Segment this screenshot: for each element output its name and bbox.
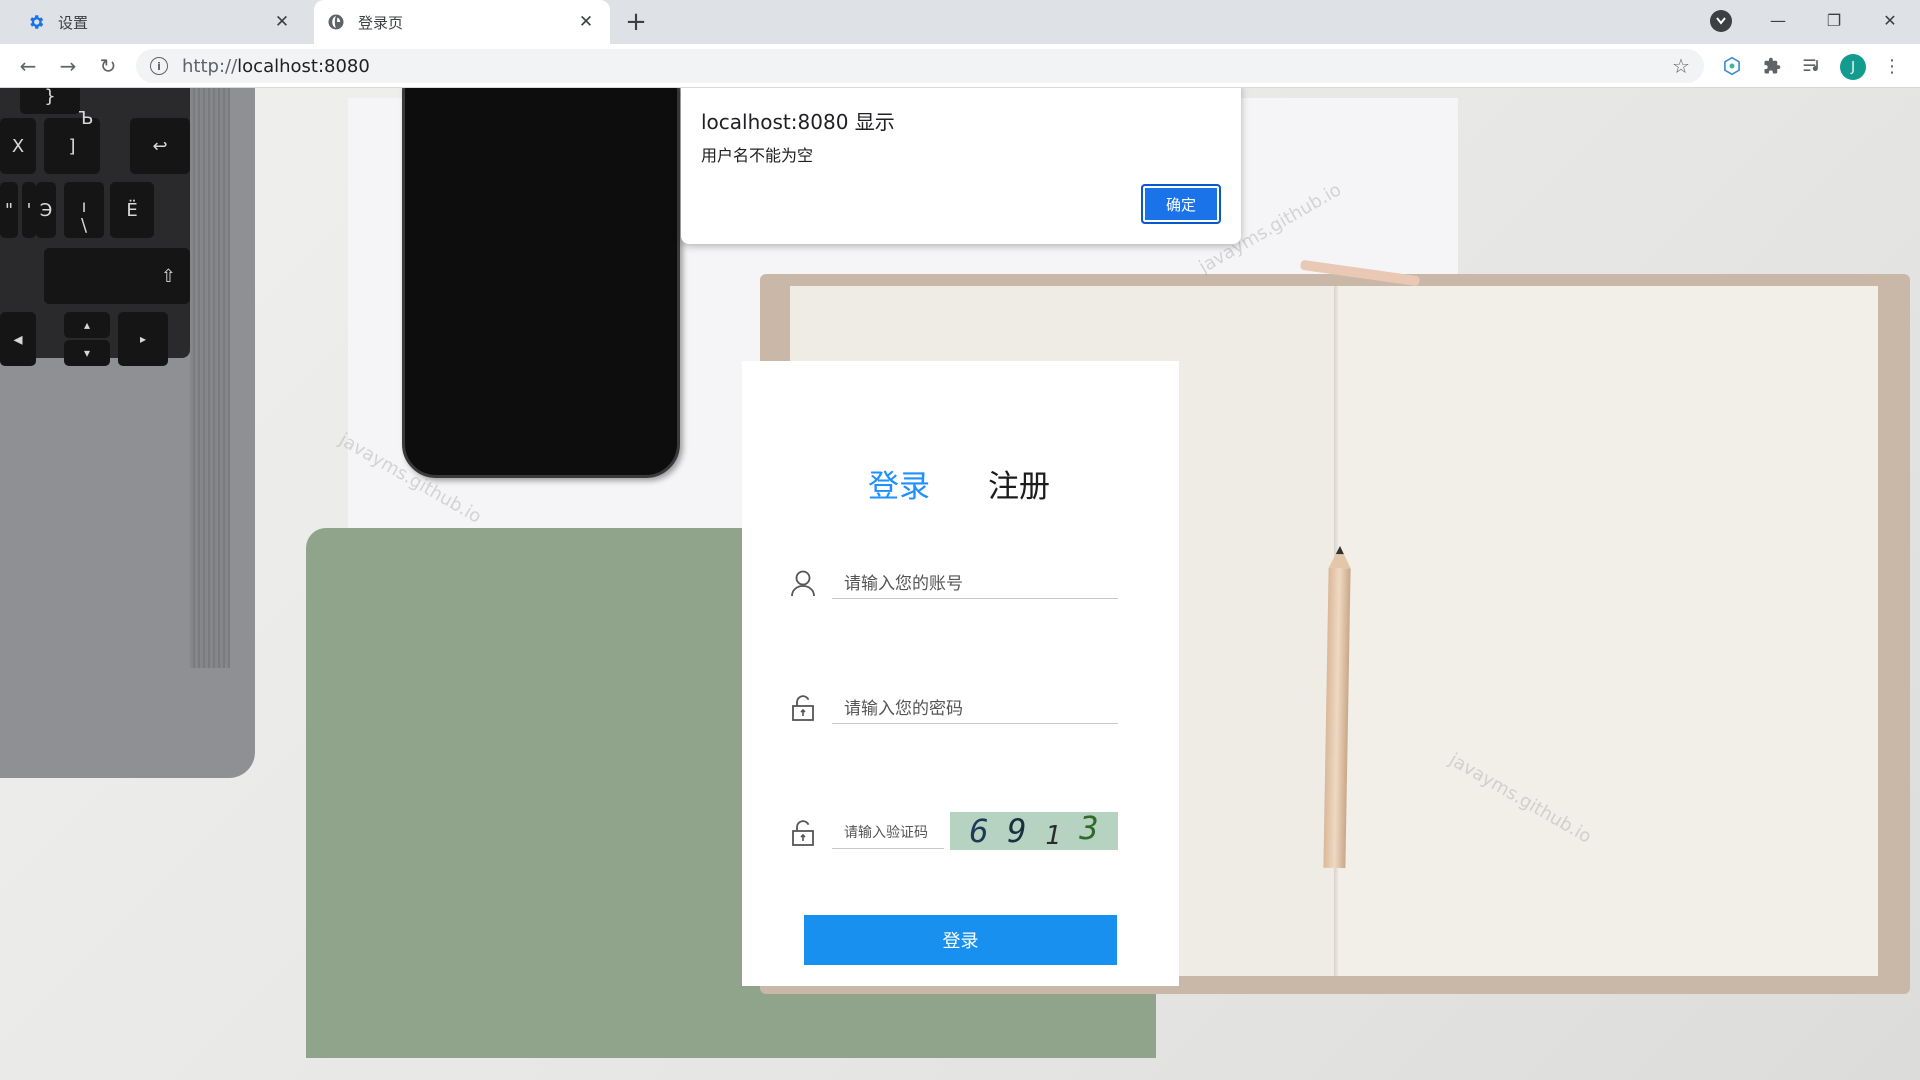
alert-message: 用户名不能为空 xyxy=(701,146,814,165)
captcha-digit: 9 xyxy=(1007,812,1027,850)
key: \ xyxy=(64,212,104,238)
notebook-right-page xyxy=(1338,286,1878,976)
browser-toolbar: ← → ↻ i http://localhost:8080 ☆ J ⋮ xyxy=(0,44,1920,88)
username-input[interactable]: 请输入您的账号 xyxy=(832,565,1118,599)
background-laptop: } X ] Ъ ↩ " ' Э | \ Ë ⇧ ◂ ▴ ▾ ▸ xyxy=(0,88,255,778)
login-card: 登录 注册 请输入您的账号 请输入您的密码 请输入验证码 6 9 1 3 登录 xyxy=(742,361,1179,986)
restore-icon[interactable]: ❐ xyxy=(1806,0,1862,40)
more-vertical-icon[interactable]: ⋮ xyxy=(1880,54,1904,78)
close-window-icon[interactable]: ✕ xyxy=(1862,0,1918,40)
login-tabs: 登录 注册 xyxy=(742,461,1179,511)
username-field: 请输入您的账号 xyxy=(790,557,1130,607)
captcha-image[interactable]: 6 9 1 3 xyxy=(950,809,1118,851)
captcha-digit: 3 xyxy=(1079,809,1099,847)
key: ↩ xyxy=(130,118,190,174)
reload-icon[interactable]: ↻ xyxy=(92,50,124,82)
password-input[interactable]: 请输入您的密码 xyxy=(832,690,1118,724)
captcha-digit: 1 xyxy=(1045,821,1061,851)
new-tab-plus-icon[interactable]: + xyxy=(622,7,650,37)
key: ▴ xyxy=(64,312,110,338)
tab-search-icon[interactable] xyxy=(1710,10,1732,32)
laptop-speaker-grille xyxy=(190,88,230,668)
url-host: localhost:8080 xyxy=(237,55,370,77)
tab-title: 登录页 xyxy=(358,13,404,32)
alert-title: localhost:8080 显示 xyxy=(701,110,895,134)
pencil-lead xyxy=(1335,545,1345,555)
extension-hex-icon[interactable] xyxy=(1720,54,1744,78)
puzzle-extensions-icon[interactable] xyxy=(1760,54,1784,78)
key: Э xyxy=(36,182,56,238)
url-scheme: http:// xyxy=(182,55,238,77)
key: ▾ xyxy=(64,340,110,366)
login-submit-button[interactable]: 登录 xyxy=(804,915,1117,965)
page-viewport: } X ] Ъ ↩ " ' Э | \ Ë ⇧ ◂ ▴ ▾ ▸ javayms.… xyxy=(0,88,1920,1080)
key: } xyxy=(20,88,80,114)
laptop-keyboard: } X ] Ъ ↩ " ' Э | \ Ë ⇧ ◂ ▴ ▾ ▸ xyxy=(0,88,190,366)
url-text[interactable]: http://localhost:8080 xyxy=(182,56,1666,77)
captcha-digit: 6 xyxy=(969,812,989,850)
password-field: 请输入您的密码 xyxy=(790,682,1130,732)
key: ▸ xyxy=(118,312,168,366)
tab-strip: 设置 ✕ 登录页 ✕ + — ❐ ✕ xyxy=(0,0,1920,44)
lock-icon xyxy=(790,694,816,722)
user-icon xyxy=(790,569,816,597)
tab-register[interactable]: 注册 xyxy=(988,461,1050,506)
reading-list-icon[interactable] xyxy=(1800,54,1824,78)
bookmark-star-icon[interactable]: ☆ xyxy=(1666,54,1696,78)
background-phone xyxy=(402,88,680,478)
close-icon[interactable]: ✕ xyxy=(576,12,596,32)
captcha-field: 请输入验证码 6 9 1 3 xyxy=(790,807,1130,857)
profile-avatar[interactable]: J xyxy=(1840,54,1866,80)
tab-title: 设置 xyxy=(58,13,89,32)
captcha-input[interactable]: 请输入验证码 xyxy=(832,815,944,849)
lock-icon xyxy=(790,819,816,847)
tab-login[interactable]: 登录 xyxy=(868,461,930,506)
alert-ok-button[interactable]: 确定 xyxy=(1141,184,1221,224)
key: ' xyxy=(22,182,36,238)
key: " xyxy=(0,182,18,238)
key: Ë xyxy=(110,182,154,238)
gear-icon xyxy=(26,12,46,32)
minimize-icon[interactable]: — xyxy=(1750,0,1806,40)
tab-login-page[interactable]: 登录页 ✕ xyxy=(314,0,610,44)
forward-arrow-icon[interactable]: → xyxy=(52,50,84,82)
alert-dialog: localhost:8080 显示 用户名不能为空 确定 xyxy=(681,88,1241,244)
back-arrow-icon[interactable]: ← xyxy=(12,50,44,82)
address-bar[interactable]: i http://localhost:8080 ☆ xyxy=(136,49,1704,83)
close-icon[interactable]: ✕ xyxy=(272,12,292,32)
key: X xyxy=(0,118,36,174)
globe-icon xyxy=(326,12,346,32)
key: ⇧ xyxy=(44,248,190,304)
key: ◂ xyxy=(0,312,36,366)
info-icon[interactable]: i xyxy=(150,57,168,75)
tab-settings[interactable]: 设置 ✕ xyxy=(0,0,306,44)
